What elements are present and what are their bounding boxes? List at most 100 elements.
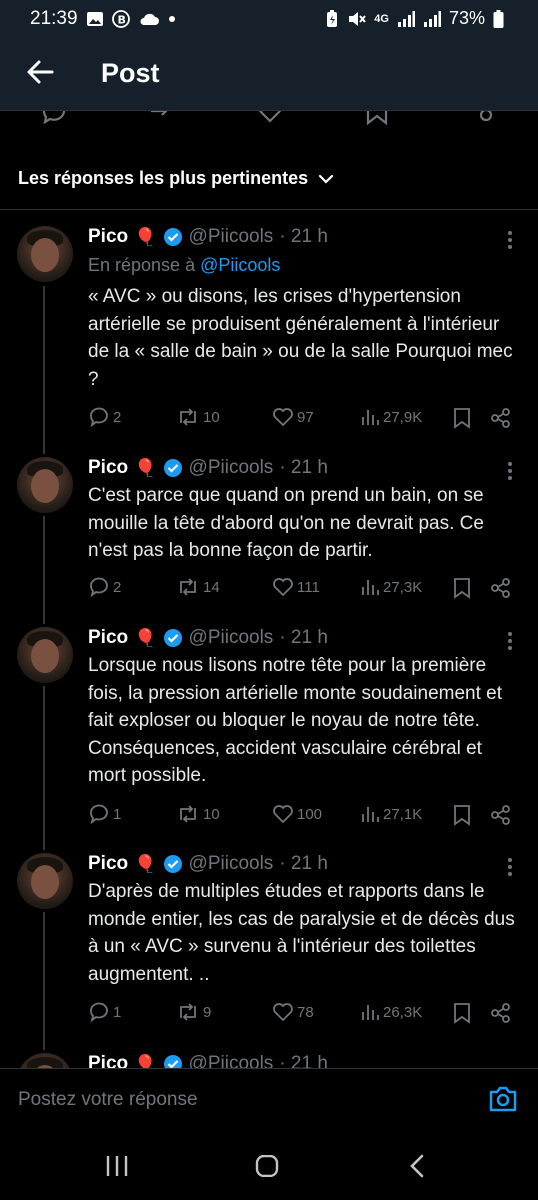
author-name[interactable]: Pico bbox=[88, 1053, 128, 1068]
repost-count: 9 bbox=[203, 1003, 212, 1021]
share-icon[interactable] bbox=[490, 577, 512, 599]
author-handle: @Piicools bbox=[188, 457, 274, 478]
chevron-down-icon bbox=[319, 174, 334, 184]
action-bar: 1 10 100 27,1K bbox=[88, 804, 518, 828]
share-icon[interactable] bbox=[490, 407, 512, 429]
views-icon bbox=[362, 410, 379, 425]
avatar[interactable] bbox=[17, 457, 73, 513]
top-app-bar: Post bbox=[0, 36, 538, 110]
repost-icon bbox=[180, 578, 196, 596]
more-options-icon[interactable] bbox=[504, 631, 516, 651]
divider bbox=[0, 209, 538, 210]
share-icon[interactable] bbox=[490, 1002, 512, 1024]
like-button[interactable]: 100 bbox=[272, 804, 322, 824]
repost-button[interactable]: 10 bbox=[176, 407, 220, 427]
like-button[interactable]: 111 bbox=[272, 577, 320, 597]
balloon-emoji: 🎈 bbox=[134, 226, 157, 247]
system-nav-bar bbox=[0, 1129, 538, 1200]
repost-count: 10 bbox=[203, 408, 220, 426]
signal-icon bbox=[397, 10, 415, 27]
like-count: 78 bbox=[297, 1003, 314, 1021]
reply-post[interactable]: Pico 🎈 @Piicools · 21 h Lorsque nous lis… bbox=[0, 625, 538, 840]
reply-button[interactable]: 2 bbox=[88, 577, 121, 597]
like-icon bbox=[273, 1003, 293, 1022]
more-options-icon[interactable] bbox=[504, 461, 516, 481]
mute-icon bbox=[349, 11, 367, 26]
reply-post[interactable]: Pico 🎈 @Piicools · 21 h D'après de multi… bbox=[0, 851, 538, 1041]
post-text: D'après de multiples études et rapports … bbox=[88, 881, 515, 985]
reply-button[interactable]: 2 bbox=[88, 407, 121, 427]
back-arrow-icon[interactable] bbox=[24, 56, 56, 88]
author-handle: @Piicools bbox=[188, 627, 274, 648]
replies-sort-selector[interactable]: Les réponses les plus pertinentes bbox=[18, 168, 334, 189]
author-name[interactable]: Pico bbox=[88, 457, 128, 479]
views-icon bbox=[362, 807, 379, 822]
reply-icon bbox=[90, 577, 108, 597]
reply-icon[interactable] bbox=[40, 111, 68, 127]
author-name[interactable]: Pico bbox=[88, 226, 128, 248]
home-icon[interactable] bbox=[255, 1155, 279, 1177]
cloud-icon bbox=[140, 13, 159, 25]
repost-button[interactable]: 9 bbox=[176, 1002, 211, 1022]
battery-saver-icon bbox=[327, 9, 338, 27]
signal-icon bbox=[423, 10, 441, 27]
like-button[interactable]: 97 bbox=[272, 407, 314, 427]
views-icon bbox=[362, 580, 379, 595]
repost-icon[interactable] bbox=[148, 111, 178, 125]
views-button[interactable]: 27,9K bbox=[360, 407, 422, 427]
repost-count: 14 bbox=[203, 578, 220, 596]
share-icon[interactable] bbox=[490, 804, 512, 826]
mention-link[interactable]: @Piicools bbox=[200, 255, 280, 275]
reply-icon bbox=[90, 1002, 108, 1022]
reply-input[interactable]: Postez votre réponse bbox=[18, 1089, 198, 1111]
views-button[interactable]: 26,3K bbox=[360, 1002, 422, 1022]
recent-apps-icon[interactable] bbox=[105, 1155, 129, 1177]
reply-button[interactable]: 1 bbox=[88, 804, 121, 824]
like-icon[interactable] bbox=[256, 111, 284, 125]
post-text: C'est parce que quand on prend un bain, … bbox=[88, 485, 484, 561]
like-icon bbox=[273, 578, 293, 597]
repost-button[interactable]: 14 bbox=[176, 577, 220, 597]
bookmark-icon[interactable] bbox=[452, 407, 472, 429]
author-name[interactable]: Pico bbox=[88, 853, 128, 875]
repost-icon bbox=[180, 805, 196, 823]
views-button[interactable]: 27,1K bbox=[360, 804, 422, 824]
reply-post[interactable]: Pico 🎈 @Piicools · 21 h bbox=[0, 1051, 538, 1068]
bookmark-icon[interactable] bbox=[452, 804, 472, 826]
verified-badge-icon bbox=[163, 629, 182, 647]
author-name[interactable]: Pico bbox=[88, 627, 128, 649]
reply-count: 2 bbox=[113, 408, 122, 426]
reply-count: 1 bbox=[113, 1003, 122, 1021]
image-icon bbox=[87, 12, 103, 26]
repost-icon bbox=[180, 408, 196, 426]
like-button[interactable]: 78 bbox=[272, 1002, 314, 1022]
action-bar: 2 10 97 27,9K bbox=[88, 407, 518, 431]
reply-post[interactable]: Pico 🎈 @Piicools · 21 h C'est parce que … bbox=[0, 455, 538, 615]
author-handle: @Piicools bbox=[188, 853, 274, 874]
verified-badge-icon bbox=[163, 855, 182, 873]
repost-button[interactable]: 10 bbox=[176, 804, 220, 824]
views-button[interactable]: 27,3K bbox=[360, 577, 422, 597]
bookmark-icon[interactable] bbox=[364, 111, 390, 127]
post-time: · 21 h bbox=[279, 853, 328, 874]
back-icon[interactable] bbox=[408, 1154, 428, 1178]
avatar[interactable] bbox=[17, 627, 73, 683]
camera-icon[interactable] bbox=[488, 1085, 518, 1113]
more-options-icon[interactable] bbox=[504, 857, 516, 877]
bookmark-icon[interactable] bbox=[452, 577, 472, 599]
avatar[interactable] bbox=[17, 1053, 73, 1068]
reply-button[interactable]: 1 bbox=[88, 1002, 121, 1022]
bookmark-icon[interactable] bbox=[452, 1002, 472, 1024]
like-icon bbox=[273, 805, 293, 824]
reply-post[interactable]: Pico 🎈 @Piicools · 21 h En réponse à @Pi… bbox=[0, 224, 538, 444]
avatar[interactable] bbox=[17, 226, 73, 282]
network-type: 4G bbox=[374, 12, 389, 25]
page-title: Post bbox=[101, 58, 160, 88]
more-options-icon[interactable] bbox=[504, 230, 516, 250]
avatar[interactable] bbox=[17, 853, 73, 909]
like-icon bbox=[273, 408, 293, 427]
svg-text:B: B bbox=[118, 14, 126, 27]
reply-composer[interactable]: Postez votre réponse bbox=[0, 1069, 538, 1129]
balloon-emoji: 🎈 bbox=[134, 627, 157, 648]
share-icon[interactable] bbox=[470, 111, 498, 125]
